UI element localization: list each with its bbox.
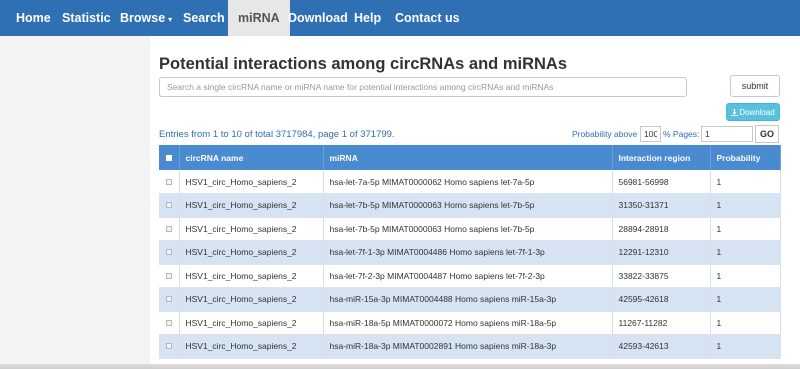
cell-circrna-name: HSV1_circ_Homo_sapiens_2 <box>179 264 324 288</box>
download-button[interactable]: Download <box>726 103 780 121</box>
cell-mirna: hsa-miR-18a-3p MIMAT0002891 Homo sapiens… <box>323 334 613 359</box>
cell-circrna-name: HSV1_circ_Homo_sapiens_2 <box>179 240 324 265</box>
select-all-cell[interactable] <box>159 145 180 170</box>
cell-interaction-region: 31350-31371 <box>612 193 711 218</box>
nav-browse[interactable]: Browse ▾ <box>120 0 172 36</box>
probability-input[interactable] <box>640 126 661 142</box>
go-button[interactable]: GO <box>755 125 779 143</box>
nav-statistic[interactable]: Statistic <box>62 0 111 36</box>
cell-interaction-region: 11267-11282 <box>612 311 711 335</box>
cell-circrna-name: HSV1_circ_Homo_sapiens_2 <box>179 170 324 194</box>
table-row: HSV1_circ_Homo_sapiens_2 hsa-miR-18a-3p … <box>159 334 781 359</box>
table-row: HSV1_circ_Homo_sapiens_2 hsa-let-7b-5p M… <box>159 217 781 241</box>
select-all-checkbox-icon[interactable] <box>165 154 172 161</box>
download-button-label: Download <box>739 107 775 117</box>
search-input[interactable] <box>159 77 687 97</box>
header-mirna[interactable]: miRNA <box>323 145 613 170</box>
table-row: HSV1_circ_Homo_sapiens_2 hsa-let-7f-2-3p… <box>159 264 781 288</box>
cell-mirna: hsa-let-7a-5p MIMAT0000062 Homo sapiens … <box>323 170 613 194</box>
checkbox-icon[interactable] <box>165 343 172 350</box>
row-select-cell[interactable] <box>159 311 180 335</box>
cell-mirna: hsa-let-7f-1-3p MIMAT0004486 Homo sapien… <box>323 240 613 265</box>
probability-label: Probability above <box>572 129 638 139</box>
cell-probability: 1 <box>710 193 781 218</box>
cell-circrna-name: HSV1_circ_Homo_sapiens_2 <box>179 287 324 312</box>
checkbox-icon[interactable] <box>165 225 172 232</box>
top-navbar: Home Statistic Browse ▾ Search miRNA Down… <box>0 0 800 36</box>
row-select-cell[interactable] <box>159 287 180 312</box>
checkbox-icon[interactable] <box>165 272 172 279</box>
row-select-cell[interactable] <box>159 217 180 241</box>
entries-summary: Entries from 1 to 10 of total 3717984, p… <box>159 129 395 140</box>
cell-probability: 1 <box>710 287 781 312</box>
row-select-cell[interactable] <box>159 170 180 194</box>
table-row: HSV1_circ_Homo_sapiens_2 hsa-let-7f-1-3p… <box>159 240 781 265</box>
table-row: HSV1_circ_Homo_sapiens_2 hsa-miR-18a-5p … <box>159 311 781 335</box>
cell-probability: 1 <box>710 217 781 241</box>
checkbox-icon[interactable] <box>165 249 172 256</box>
cell-mirna: hsa-let-7b-5p MIMAT0000063 Homo sapiens … <box>323 193 613 218</box>
table-row: HSV1_circ_Homo_sapiens_2 hsa-let-7b-5p M… <box>159 193 781 218</box>
table-row: HSV1_circ_Homo_sapiens_2 hsa-let-7a-5p M… <box>159 170 781 194</box>
checkbox-icon[interactable] <box>165 319 172 326</box>
cell-mirna: hsa-miR-18a-5p MIMAT0000072 Homo sapiens… <box>323 311 613 335</box>
window-bottom-edge <box>0 364 800 369</box>
cell-probability: 1 <box>710 240 781 265</box>
cell-interaction-region: 56981-56998 <box>612 170 711 194</box>
cell-circrna-name: HSV1_circ_Homo_sapiens_2 <box>179 334 324 359</box>
cell-interaction-region: 28894-28918 <box>612 217 711 241</box>
row-select-cell[interactable] <box>159 334 180 359</box>
nav-mirna[interactable]: miRNA <box>228 0 290 36</box>
pages-input[interactable] <box>701 126 753 142</box>
download-icon <box>731 108 739 116</box>
nav-browse-label: Browse <box>120 11 166 25</box>
cell-mirna: hsa-let-7f-2-3p MIMAT0004487 Homo sapien… <box>323 264 613 288</box>
interactions-table: circRNA name miRNA Interaction region Pr… <box>159 145 781 359</box>
nav-download[interactable]: Download <box>288 0 348 36</box>
header-interaction-region[interactable]: Interaction region <box>612 145 711 170</box>
cell-circrna-name: HSV1_circ_Homo_sapiens_2 <box>179 217 324 241</box>
table-header-row: circRNA name miRNA Interaction region Pr… <box>159 145 781 170</box>
cell-probability: 1 <box>710 264 781 288</box>
header-circrna-name[interactable]: circRNA name <box>179 145 324 170</box>
cell-interaction-region: 33822-33875 <box>612 264 711 288</box>
pages-label: % Pages: <box>663 129 700 139</box>
cell-circrna-name: HSV1_circ_Homo_sapiens_2 <box>179 193 324 218</box>
nav-contact-us[interactable]: Contact us <box>395 0 460 36</box>
page-title: Potential interactions among circRNAs an… <box>159 55 567 73</box>
row-select-cell[interactable] <box>159 264 180 288</box>
row-select-cell[interactable] <box>159 193 180 218</box>
submit-button[interactable]: submit <box>730 75 780 97</box>
table-row: HSV1_circ_Homo_sapiens_2 hsa-miR-15a-3p … <box>159 287 781 312</box>
cell-mirna: hsa-let-7b-5p MIMAT0000063 Homo sapiens … <box>323 217 613 241</box>
row-select-cell[interactable] <box>159 240 180 265</box>
checkbox-icon[interactable] <box>165 178 172 185</box>
cell-interaction-region: 12291-12310 <box>612 240 711 265</box>
cell-probability: 1 <box>710 311 781 335</box>
caret-down-icon: ▾ <box>168 15 173 24</box>
cell-mirna: hsa-miR-15a-3p MIMAT0004488 Homo sapiens… <box>323 287 613 312</box>
header-probability[interactable]: Probability <box>710 145 781 170</box>
nav-help[interactable]: Help <box>354 0 381 36</box>
nav-home[interactable]: Home <box>16 0 51 36</box>
cell-interaction-region: 42595-42618 <box>612 287 711 312</box>
cell-interaction-region: 42593-42613 <box>612 334 711 359</box>
checkbox-icon[interactable] <box>165 296 172 303</box>
cell-probability: 1 <box>710 170 781 194</box>
cell-probability: 1 <box>710 334 781 359</box>
nav-search[interactable]: Search <box>183 0 225 36</box>
cell-circrna-name: HSV1_circ_Homo_sapiens_2 <box>179 311 324 335</box>
checkbox-icon[interactable] <box>165 202 172 209</box>
